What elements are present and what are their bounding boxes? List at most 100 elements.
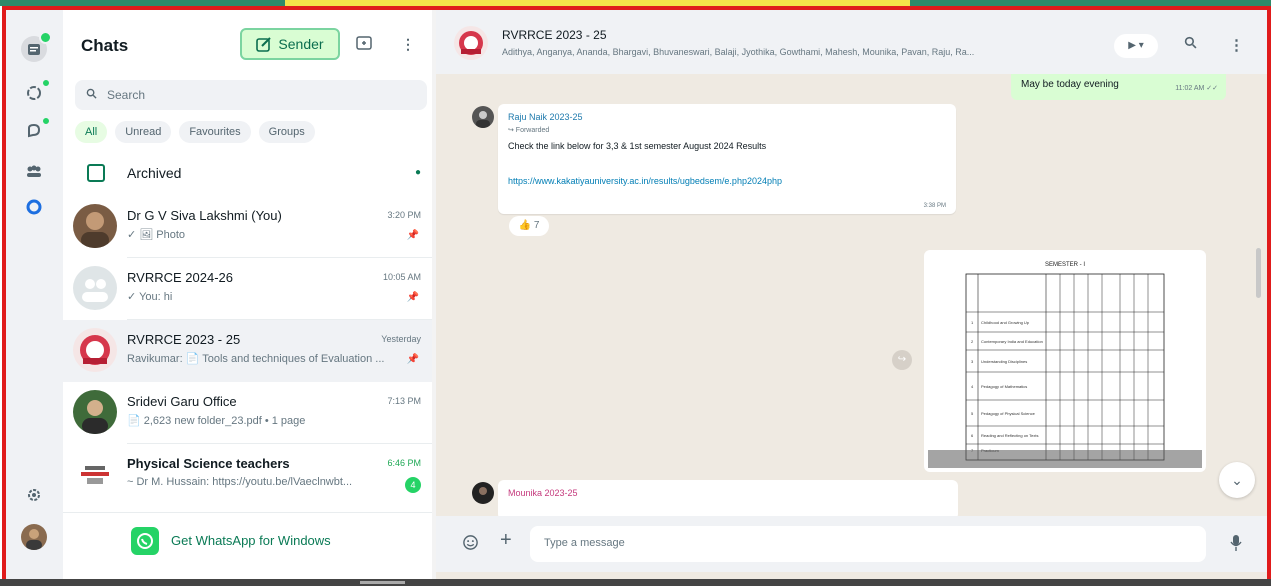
forwarded-label: ↪ Forwarded — [508, 127, 550, 134]
status-dot — [41, 78, 51, 88]
archived-label: Archived — [127, 165, 182, 181]
message-time: 11:02 AM ✓✓ — [1175, 85, 1218, 92]
doc-heading: SEMESTER - I — [1045, 262, 1085, 268]
status-rail-icon[interactable] — [21, 78, 51, 106]
group-members: Adithya, Anganya, Ananda, Bhargavi, Bhuv… — [502, 47, 975, 57]
chat-preview: 📄 2,623 new folder_23.pdf • 1 page — [127, 415, 306, 427]
avatar — [73, 452, 117, 496]
avatar — [73, 328, 117, 372]
sender-avatar[interactable] — [472, 106, 494, 128]
doc-row-title: Understanding Disciplines — [981, 359, 1027, 364]
chat-time: 6:46 PM — [387, 458, 421, 468]
bottom-strip — [0, 579, 1271, 586]
image-message[interactable]: SEMESTER - I 1 Childhood and Growing Up 2 — [924, 250, 1206, 472]
forward-icon[interactable]: ↪ — [892, 350, 912, 370]
menu-dots-icon[interactable]: ⋮ — [1229, 36, 1244, 54]
avatar — [73, 266, 117, 310]
pin-icon: 📌 — [406, 230, 419, 241]
chats-rail-icon[interactable] — [21, 31, 52, 62]
avatar — [73, 204, 117, 248]
search-icon[interactable] — [1184, 36, 1197, 53]
chat-time: 3:20 PM — [387, 210, 421, 220]
reaction-badge[interactable]: 👍 7 — [509, 216, 549, 236]
message-placeholder: Type a message — [544, 537, 625, 549]
video-call-button[interactable]: ▶ ▾ — [1114, 34, 1158, 58]
chat-name: RVRRCE 2023 - 25 — [127, 332, 241, 347]
message-link[interactable]: https://www.kakatiyauniversity.ac.in/res… — [508, 176, 782, 186]
chat-preview: ✓ You: hi — [127, 291, 173, 303]
chat-name: Sridevi Garu Office — [127, 394, 237, 409]
sender-label: Sender — [278, 36, 324, 52]
conversation-header[interactable]: RVRRCE 2023 - 25 Adithya, Anganya, Anand… — [436, 10, 1267, 74]
incoming-message[interactable]: Raju Naik 2023-25 ↪ Forwarded Check the … — [498, 104, 956, 214]
archived-count: ● — [414, 167, 421, 178]
message-text: May be today evening — [1021, 79, 1119, 90]
scrollbar-thumb[interactable] — [1256, 248, 1261, 298]
message-time: 3:38 PM — [923, 203, 946, 209]
doc-row-title: Reading and Reflecting on Texts — [981, 433, 1039, 438]
filter-favourites[interactable]: Favourites — [179, 121, 251, 143]
pin-icon: 📌 — [406, 354, 419, 365]
sidebar-header: Chats Sender ⋮ — [63, 10, 435, 80]
message-input[interactable]: Type a message — [530, 526, 1206, 562]
get-windows-banner[interactable]: Get WhatsApp for Windows — [63, 512, 435, 571]
pin-icon: 📌 — [406, 292, 419, 303]
sender-name: Mounika 2023-25 — [508, 488, 578, 498]
chat-preview: Ravikumar: 📄 Tools and techniques of Eva… — [127, 353, 385, 365]
conversation-pane: RVRRCE 2023 - 25 Adithya, Anganya, Anand… — [436, 10, 1267, 579]
new-group-icon[interactable] — [356, 36, 372, 53]
menu-dots-icon[interactable]: ⋮ — [401, 36, 415, 53]
communities-rail-icon[interactable] — [21, 158, 47, 184]
attach-plus-icon[interactable]: + — [500, 529, 512, 552]
sidebar-title: Chats — [81, 36, 129, 55]
unread-count-badge: 4 — [405, 477, 421, 493]
emoji-icon[interactable] — [462, 534, 479, 556]
search-input[interactable]: Search — [75, 80, 427, 110]
chat-time: 10:05 AM — [382, 272, 421, 282]
channels-rail-icon[interactable] — [21, 116, 51, 144]
chat-sidebar: Chats Sender ⋮ Search All Unread Favouri… — [63, 10, 435, 579]
search-placeholder: Search — [107, 88, 146, 102]
doc-row-title: Contemporary India and Education — [981, 339, 1043, 344]
doc-row-title: Pedagogy of Mathematics — [981, 384, 1027, 389]
filter-unread[interactable]: Unread — [115, 121, 172, 143]
unread-badge — [39, 31, 52, 44]
filter-all[interactable]: All — [75, 121, 108, 143]
chat-time: 7:13 PM — [387, 396, 421, 406]
chat-item[interactable]: Dr G V Siva Lakshmi (You) ✓ 🖼 Photo 3:20… — [63, 196, 435, 258]
archive-icon — [87, 164, 105, 182]
group-avatar — [454, 26, 488, 60]
profile-avatar[interactable] — [21, 524, 47, 550]
channels-dot — [41, 116, 51, 126]
conversation-title: RVRRCE 2023 - 25 — [502, 28, 607, 42]
filter-chips: All Unread Favourites Groups — [75, 121, 315, 143]
message-composer: + Type a message — [436, 516, 1267, 572]
app-window: Chats Sender ⋮ Search All Unread Favouri… — [2, 6, 1271, 583]
message-text: Check the link below for 3,3 & 1st semes… — [508, 141, 767, 151]
whatsapp-logo-icon — [131, 527, 159, 555]
chat-name: Physical Science teachers — [127, 456, 290, 471]
chat-item[interactable]: Sridevi Garu Office 📄 2,623 new folder_2… — [63, 382, 435, 444]
incoming-message[interactable]: Mounika 2023-25 — [498, 480, 958, 520]
search-icon — [75, 88, 107, 102]
chat-preview: ✓ 🖼 Photo — [127, 229, 186, 241]
nav-rail — [6, 10, 63, 579]
scroll-down-button[interactable]: ⌄ — [1219, 462, 1255, 498]
archived-row[interactable]: Archived ● — [63, 156, 435, 192]
sender-avatar[interactable] — [472, 482, 494, 504]
filter-groups[interactable]: Groups — [258, 121, 315, 143]
meta-ai-icon[interactable] — [21, 194, 47, 220]
taskbar-handle — [360, 581, 405, 584]
chat-item-selected[interactable]: RVRRCE 2023 - 25 Ravikumar: 📄 Tools and … — [63, 320, 435, 382]
document-image: SEMESTER - I 1Childhood and Growing Up2 — [928, 254, 1202, 468]
chat-time: Yesterday — [381, 334, 421, 344]
outgoing-message[interactable]: May be today evening 11:02 AM ✓✓ — [1011, 74, 1226, 100]
microphone-icon[interactable] — [1230, 534, 1242, 557]
settings-gear-icon[interactable] — [21, 482, 47, 508]
avatar — [73, 390, 117, 434]
doc-row-title: Pedagogy of Physical Science — [981, 411, 1036, 416]
chat-item[interactable]: Physical Science teachers ~ Dr M. Hussai… — [63, 444, 435, 506]
chat-item[interactable]: RVRRCE 2024-26 ✓ You: hi 10:05 AM 📌 — [63, 258, 435, 320]
sender-button[interactable]: Sender — [240, 28, 340, 60]
chat-preview: ~ Dr M. Hussain: https://youtu.be/lVaecl… — [127, 476, 353, 488]
